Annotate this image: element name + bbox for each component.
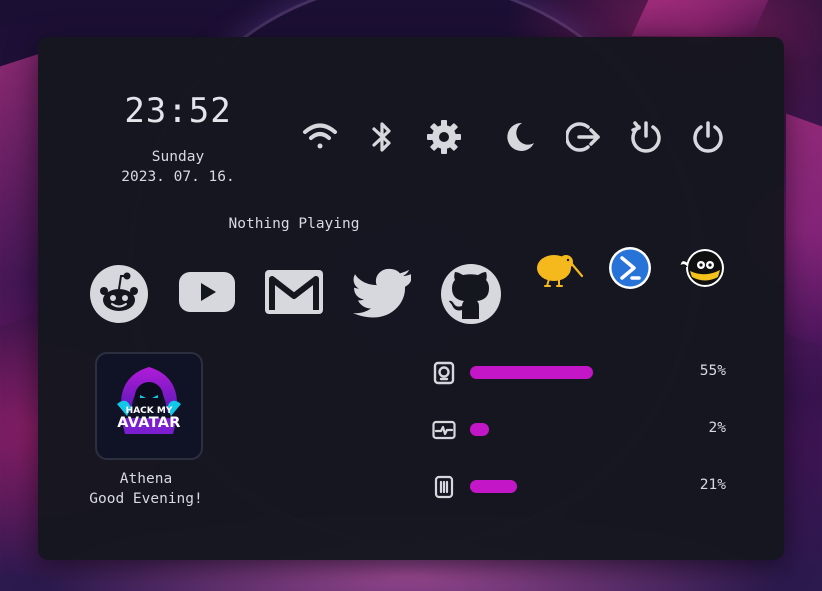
now-playing-status: Nothing Playing xyxy=(228,216,360,232)
background-shard xyxy=(786,113,822,347)
background-shard xyxy=(631,0,769,36)
cpu-usage-percent: 2% xyxy=(708,420,726,436)
avatar: HACK MY AVATAR xyxy=(95,352,203,460)
wifi-icon[interactable] xyxy=(300,117,340,157)
youtube-icon[interactable] xyxy=(177,267,237,317)
powershell-icon[interactable] xyxy=(608,246,652,290)
greeting: Good Evening! xyxy=(89,491,203,507)
logout-icon[interactable] xyxy=(564,117,604,157)
twitter-icon[interactable] xyxy=(352,267,414,319)
hacker-mascot-icon[interactable] xyxy=(678,246,726,290)
kiwi-icon[interactable] xyxy=(534,249,584,289)
github-icon[interactable] xyxy=(439,262,503,326)
memory-usage-percent: 21% xyxy=(699,477,726,493)
gmail-icon[interactable] xyxy=(264,267,324,317)
reddit-icon[interactable] xyxy=(88,263,150,325)
disk-usage-percent: 55% xyxy=(699,363,726,379)
restart-icon[interactable] xyxy=(626,117,666,157)
bluetooth-icon[interactable] xyxy=(362,117,402,157)
clock-date: 2023. 07. 16. xyxy=(121,169,235,185)
memory-usage-bar xyxy=(470,480,517,493)
disk-usage-bar xyxy=(470,366,593,379)
clock-day: Sunday xyxy=(151,149,205,165)
power-icon[interactable] xyxy=(688,117,728,157)
background-shard xyxy=(0,53,40,327)
memory-icon xyxy=(432,475,456,499)
username: Athena xyxy=(119,471,173,487)
dashboard-panel: 23:52 Sunday 2023. 07. 16. Nothing Playi… xyxy=(38,37,784,560)
avatar-brand-bottom: AVATAR xyxy=(117,415,181,431)
cpu-usage-bar xyxy=(470,423,489,436)
cpu-monitor-icon xyxy=(432,418,456,442)
disk-icon xyxy=(432,361,456,385)
clock-time: 23:52 xyxy=(124,91,232,131)
settings-gear-icon[interactable] xyxy=(424,117,464,157)
moon-icon[interactable] xyxy=(500,117,540,157)
